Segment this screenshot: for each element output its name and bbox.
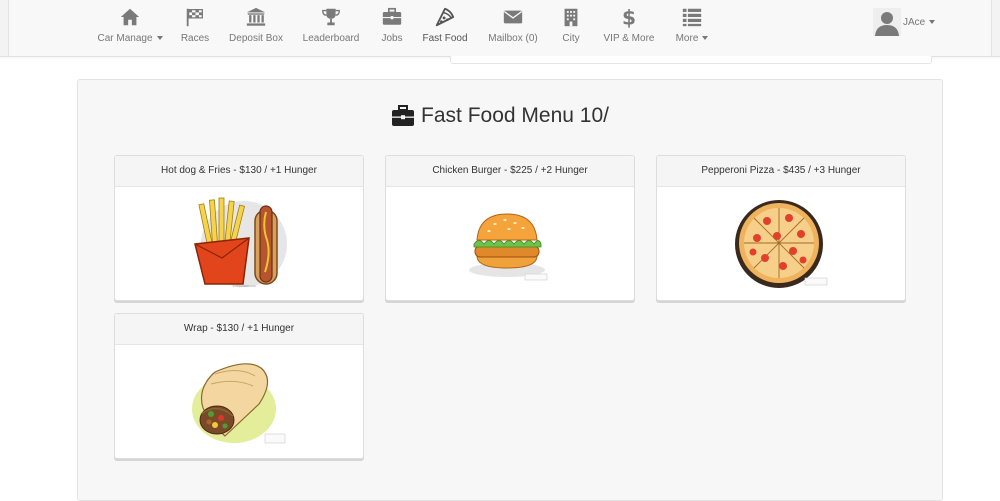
- nav-city-label: City: [562, 33, 580, 44]
- menu-item-wrap[interactable]: Wrap - $130 / +1 Hunger: [114, 313, 364, 459]
- dollar-icon: $: [622, 6, 636, 28]
- top-navbar: Car Manage Races Deposit Box Leaderboard…: [0, 0, 1000, 57]
- briefcase-icon: [382, 7, 402, 25]
- flag-icon: [186, 8, 203, 27]
- briefcase-icon: [392, 105, 415, 126]
- menu-item-chicken-burger[interactable]: Chicken Burger - $225 / +2 Hunger: [385, 155, 635, 301]
- wrap-image: [115, 345, 363, 458]
- nav-vip-more-label: VIP & More: [603, 33, 655, 44]
- caret-down-icon: [156, 36, 163, 41]
- building-icon: [564, 8, 578, 27]
- nav-mailbox[interactable]: Mailbox (0): [485, 6, 541, 50]
- nav-leaderboard-label: Leaderboard: [302, 33, 360, 44]
- page-title-text: Fast Food Menu 10/: [421, 104, 609, 127]
- navbar-right-edge: [991, 0, 1000, 56]
- nav-deposit-box[interactable]: Deposit Box: [226, 6, 286, 50]
- caret-down-icon: [702, 36, 709, 41]
- nav-car-manage[interactable]: Car Manage: [96, 6, 164, 50]
- menu-item-label: Wrap - $130 / +1 Hunger: [115, 314, 363, 345]
- menu-item-hotdog-fries[interactable]: Hot dog & Fries - $130 / +1 Hunger ©Clip…: [114, 155, 364, 301]
- menu-item-label: Chicken Burger - $225 / +2 Hunger: [386, 156, 634, 187]
- nav-races-label: Races: [180, 33, 210, 44]
- pizza-slice-icon: [435, 7, 455, 27]
- home-icon: [120, 8, 140, 26]
- user-menu[interactable]: JAce: [873, 8, 936, 36]
- nav-races[interactable]: Races: [176, 6, 214, 50]
- menu-item-label: Hot dog & Fries - $130 / +1 Hunger: [115, 156, 363, 187]
- user-avatar-icon: [873, 8, 901, 36]
- trophy-icon: [322, 8, 340, 26]
- menu-item-label: Pepperoni Pizza - $435 / +3 Hunger: [657, 156, 905, 187]
- nav-mailbox-label: Mailbox (0): [488, 33, 538, 44]
- nav-city[interactable]: City: [558, 6, 584, 50]
- navbar-left-edge: [0, 0, 9, 56]
- nav-fast-food-label: Fast Food: [422, 33, 468, 44]
- page-title: Fast Food Menu 10/: [0, 104, 1000, 128]
- nav-car-manage-wrap: Car Manage: [97, 33, 163, 44]
- pepperoni-pizza-image: [657, 187, 905, 300]
- hotdog-fries-image: ©ClipartOf.com: [115, 187, 363, 300]
- nav-car-manage-label: Car Manage: [97, 33, 153, 44]
- nav-more[interactable]: More: [672, 6, 712, 50]
- nav-leaderboard[interactable]: Leaderboard: [300, 6, 362, 50]
- nav-vip-more[interactable]: $ VIP & More: [603, 6, 655, 50]
- nav-more-label: More: [675, 33, 699, 44]
- nav-deposit-box-label: Deposit Box: [229, 33, 283, 44]
- nav-jobs[interactable]: Jobs: [376, 6, 408, 50]
- nav-more-wrap: More: [676, 33, 709, 44]
- nav-jobs-label: Jobs: [381, 33, 403, 44]
- user-name: JAce: [903, 16, 926, 28]
- caret-down-icon: [929, 20, 936, 24]
- envelope-icon: [503, 10, 523, 24]
- list-icon: [682, 8, 702, 27]
- svg-text:©ClipartOf.com: ©ClipartOf.com: [232, 284, 256, 288]
- chicken-burger-image: [386, 187, 634, 300]
- svg-text:$: $: [622, 6, 636, 28]
- bank-icon: [246, 7, 266, 26]
- top-panel-remnant: [450, 56, 932, 64]
- menu-item-pepperoni-pizza[interactable]: Pepperoni Pizza - $435 / +3 Hunger: [656, 155, 906, 301]
- nav-fast-food[interactable]: Fast Food: [421, 6, 469, 50]
